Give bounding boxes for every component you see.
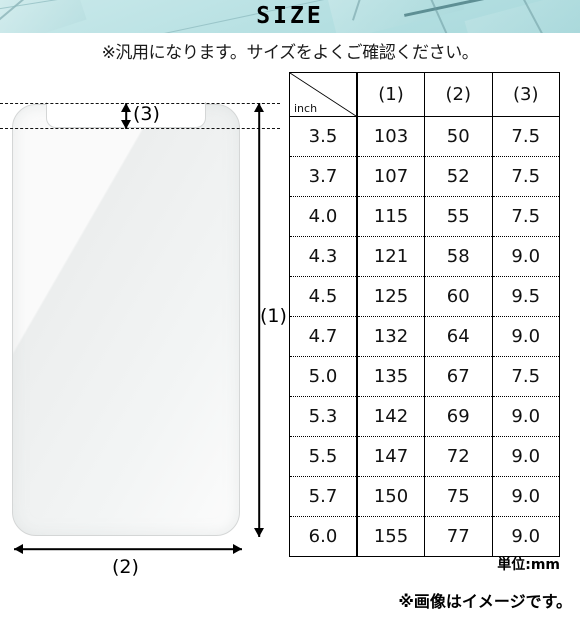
cell-inch: 4.7 — [289, 316, 358, 357]
table-row: 5.5 147 72 9.0 — [289, 436, 560, 477]
cell-c2: 72 — [424, 436, 493, 477]
dash-line-notch — [0, 128, 280, 129]
dimension-label-width: (2) — [112, 556, 139, 578]
cell-c1: 132 — [356, 316, 425, 357]
dimension-label-notch: (3) — [133, 103, 160, 125]
table-col-header-3: (3) — [491, 72, 560, 117]
table-row: 4.0 115 55 7.5 — [289, 196, 560, 237]
table-col-header-1: (1) — [356, 72, 425, 117]
cell-c2: 52 — [424, 156, 493, 197]
cell-c2: 75 — [424, 476, 493, 517]
cell-c2: 64 — [424, 316, 493, 357]
dimension-arrow-notch — [120, 103, 132, 129]
unit-note: 単位:mm — [497, 557, 560, 573]
cell-c2: 60 — [424, 276, 493, 317]
cell-c2: 50 — [424, 116, 493, 157]
cell-inch: 4.5 — [289, 276, 358, 317]
table-row: 6.0 155 77 9.0 — [289, 516, 560, 557]
table-corner-label: inch — [294, 102, 318, 115]
cell-inch: 4.3 — [289, 236, 358, 277]
size-chart-page: SIZE ※汎用になります。サイズをよくご確認ください。 (3) (1) (2)… — [0, 0, 580, 620]
table-row: 4.5 125 60 9.5 — [289, 276, 560, 317]
cell-c2: 77 — [424, 516, 493, 557]
cell-c3: 7.5 — [491, 356, 560, 397]
cell-inch: 6.0 — [289, 516, 358, 557]
cell-c2: 58 — [424, 236, 493, 277]
header-banner: SIZE — [0, 0, 580, 33]
table-row: 5.0 135 67 7.5 — [289, 356, 560, 397]
cell-c1: 107 — [356, 156, 425, 197]
cell-c3: 9.0 — [491, 236, 560, 277]
cell-inch: 5.7 — [289, 476, 358, 517]
cell-inch: 4.0 — [289, 196, 358, 237]
cell-c1: 147 — [356, 436, 425, 477]
subtitle-text: ※汎用になります。サイズをよくご確認ください。 — [101, 43, 479, 63]
cell-inch: 3.5 — [289, 116, 358, 157]
dimension-arrow-width — [14, 543, 242, 555]
cell-c3: 7.5 — [491, 196, 560, 237]
cell-c1: 115 — [356, 196, 425, 237]
table-row: 3.7 107 52 7.5 — [289, 156, 560, 197]
cell-c3: 7.5 — [491, 116, 560, 157]
cell-inch: 3.7 — [289, 156, 358, 197]
page-title: SIZE — [256, 3, 324, 29]
cell-c1: 150 — [356, 476, 425, 517]
cell-c1: 121 — [356, 236, 425, 277]
cell-c1: 142 — [356, 396, 425, 437]
cell-c1: 135 — [356, 356, 425, 397]
cell-c3: 9.0 — [491, 316, 560, 357]
table-row: 5.3 142 69 9.0 — [289, 396, 560, 437]
cell-inch: 5.0 — [289, 356, 358, 397]
cell-c3: 9.5 — [491, 276, 560, 317]
cell-c1: 125 — [356, 276, 425, 317]
footer-disclaimer: ※画像はイメージです。 — [398, 592, 572, 611]
table-row: 3.5 103 50 7.5 — [289, 116, 560, 157]
size-table: inch (1) (2) (3) 3.5 103 50 7.5 3.7 107 52 7.5… — [289, 72, 560, 557]
table-row: 4.3 121 58 9.0 — [289, 236, 560, 277]
table-row: 4.7 132 64 9.0 — [289, 316, 560, 357]
glass-sheet-outline — [12, 104, 240, 536]
cell-c3: 9.0 — [491, 436, 560, 477]
cell-c1: 103 — [356, 116, 425, 157]
dimension-label-height: (1) — [260, 305, 287, 327]
cell-c2: 69 — [424, 396, 493, 437]
cell-c1: 155 — [356, 516, 425, 557]
cell-c3: 9.0 — [491, 476, 560, 517]
cell-inch: 5.3 — [289, 396, 358, 437]
table-corner-cell: inch — [289, 72, 358, 117]
cell-inch: 5.5 — [289, 436, 358, 477]
table-header-row: inch (1) (2) (3) — [289, 72, 560, 117]
product-diagram: (3) (1) (2) — [0, 70, 287, 580]
cell-c3: 9.0 — [491, 516, 560, 557]
size-table-container: inch (1) (2) (3) 3.5 103 50 7.5 3.7 107 52 7.5… — [289, 72, 560, 557]
cell-c3: 9.0 — [491, 396, 560, 437]
cell-c3: 7.5 — [491, 156, 560, 197]
table-row: 5.7 150 75 9.0 — [289, 476, 560, 517]
cell-c2: 67 — [424, 356, 493, 397]
table-col-header-2: (2) — [424, 72, 493, 117]
cell-c2: 55 — [424, 196, 493, 237]
